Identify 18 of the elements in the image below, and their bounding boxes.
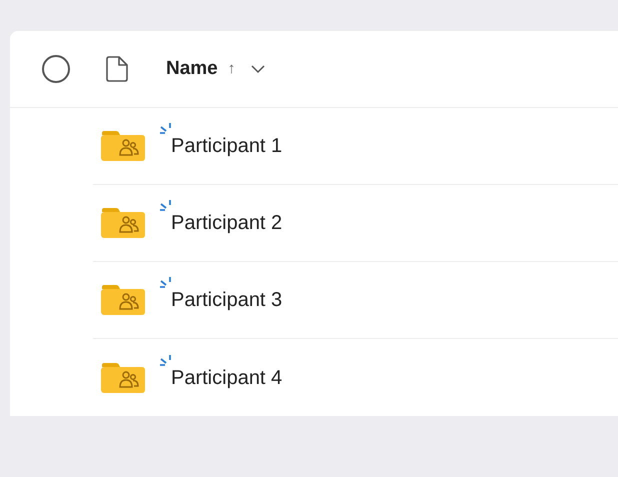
folder-row[interactable]: Participant 4 (93, 339, 618, 416)
select-all-checkbox[interactable] (41, 54, 71, 84)
folder-row[interactable]: Participant 1 (93, 108, 618, 185)
sort-arrow: ↑ (228, 58, 236, 79)
file-type-icon (106, 56, 128, 82)
folder-name: Participant 4 (171, 366, 282, 390)
folder-name: Participant 3 (171, 288, 282, 313)
shared-folder-icon (100, 284, 146, 316)
folder-row[interactable]: Participant 3 (93, 262, 618, 339)
shared-folder-icon (100, 130, 146, 162)
shared-folder-icon (100, 362, 146, 394)
folder-row[interactable]: Participant 2 (93, 185, 618, 262)
chevron-down-icon (251, 64, 266, 74)
name-column-header[interactable]: Name ↑ (166, 54, 266, 84)
column-title: Name (166, 56, 218, 81)
shared-folder-icon (100, 207, 146, 239)
folder-name: Participant 2 (171, 211, 282, 236)
folder-name: Participant 1 (171, 134, 282, 159)
